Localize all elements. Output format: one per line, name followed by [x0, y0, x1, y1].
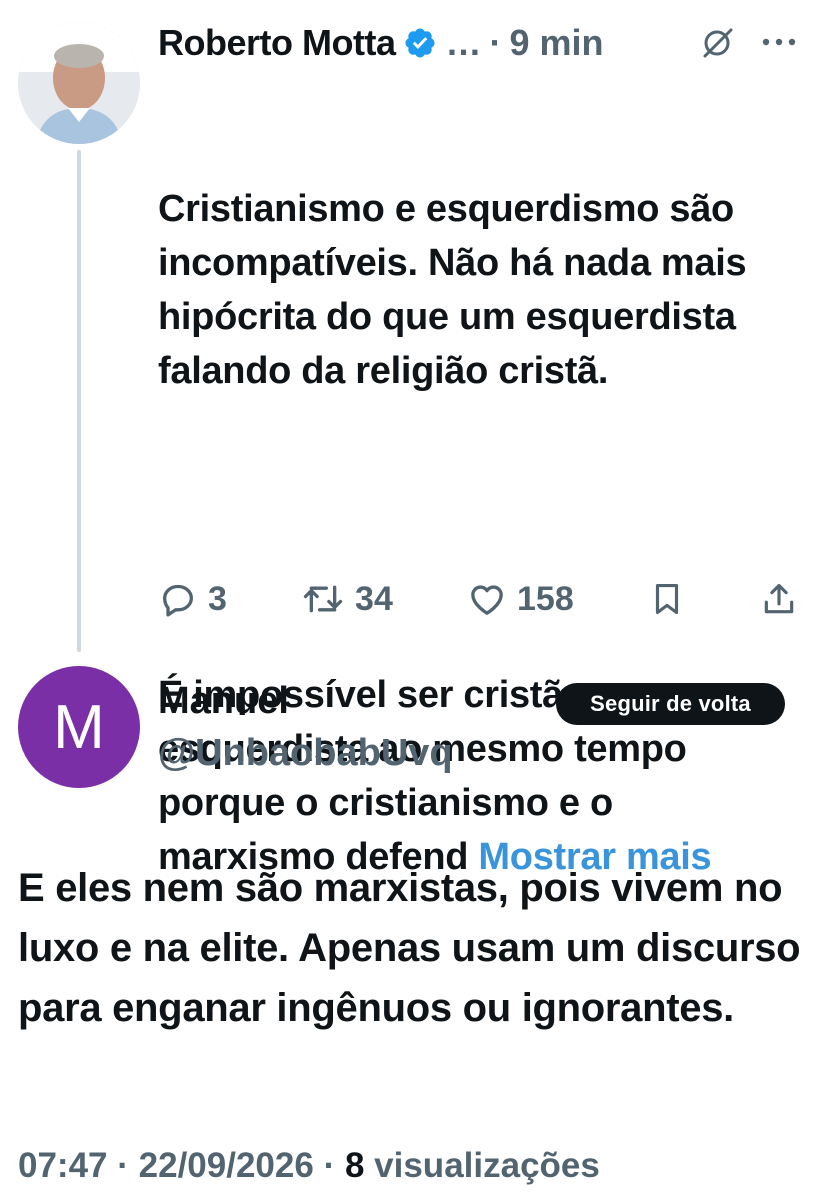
- views-label[interactable]: visualizações: [374, 1146, 600, 1185]
- avatar-roberto-motta[interactable]: [18, 22, 140, 144]
- share-button[interactable]: [760, 579, 798, 619]
- reply-date[interactable]: 22/09/2026: [139, 1146, 314, 1185]
- reply-time[interactable]: 07:47: [18, 1146, 108, 1185]
- bookmark-button[interactable]: [648, 579, 686, 619]
- reply-count: 3: [208, 579, 227, 618]
- views-count: 8: [344, 1146, 365, 1185]
- parent-author-row: Roberto Motta … · 9 min: [158, 18, 604, 68]
- tweet-top-icons: [701, 22, 797, 66]
- follow-back-button[interactable]: Seguir de volta: [556, 683, 785, 725]
- retweet-count: 34: [355, 579, 393, 618]
- reply-meta-row: 07:47 · 22/09/2026 · 8 visualizações: [18, 1146, 600, 1186]
- retweet-button[interactable]: 34: [301, 579, 393, 619]
- retweet-icon: [303, 585, 343, 613]
- avatar-photo: [18, 22, 140, 144]
- name-ellipsis: …: [445, 22, 482, 63]
- like-count: 158: [517, 579, 574, 618]
- parent-tweet-actions: 3 34 158: [158, 572, 798, 626]
- parent-tweet-text: Cristianismo e esquerdismo são incompatí…: [158, 74, 798, 938]
- share-icon: [764, 583, 794, 614]
- time-separator: ·: [489, 22, 502, 63]
- reply-icon: [163, 584, 193, 617]
- grok-icon[interactable]: [701, 25, 735, 64]
- avatar-manuel[interactable]: M: [18, 666, 140, 788]
- parent-tweet-paragraph-1: Cristianismo e esquerdismo são incompatí…: [158, 188, 757, 392]
- meta-separator-1: ·: [117, 1146, 129, 1185]
- more-icon[interactable]: [761, 35, 797, 53]
- like-icon: [471, 585, 503, 615]
- parent-time-ago[interactable]: 9 min: [509, 22, 603, 64]
- thread-line: [77, 150, 81, 652]
- reply-tweet-text: E eles nem são marxistas, pois vivem no …: [18, 866, 801, 1030]
- reply-author-name[interactable]: Manuel: [158, 680, 289, 723]
- bookmark-icon: [655, 583, 678, 615]
- verified-badge-icon: [405, 28, 435, 58]
- avatar-letter: M: [53, 692, 105, 762]
- reply-author-handle[interactable]: @UnbaobabUvq: [158, 732, 453, 775]
- reply-button[interactable]: 3: [158, 579, 227, 619]
- meta-separator-2: ·: [323, 1146, 336, 1185]
- parent-author-name[interactable]: Roberto Motta: [158, 22, 396, 64]
- like-button[interactable]: 158: [467, 579, 574, 619]
